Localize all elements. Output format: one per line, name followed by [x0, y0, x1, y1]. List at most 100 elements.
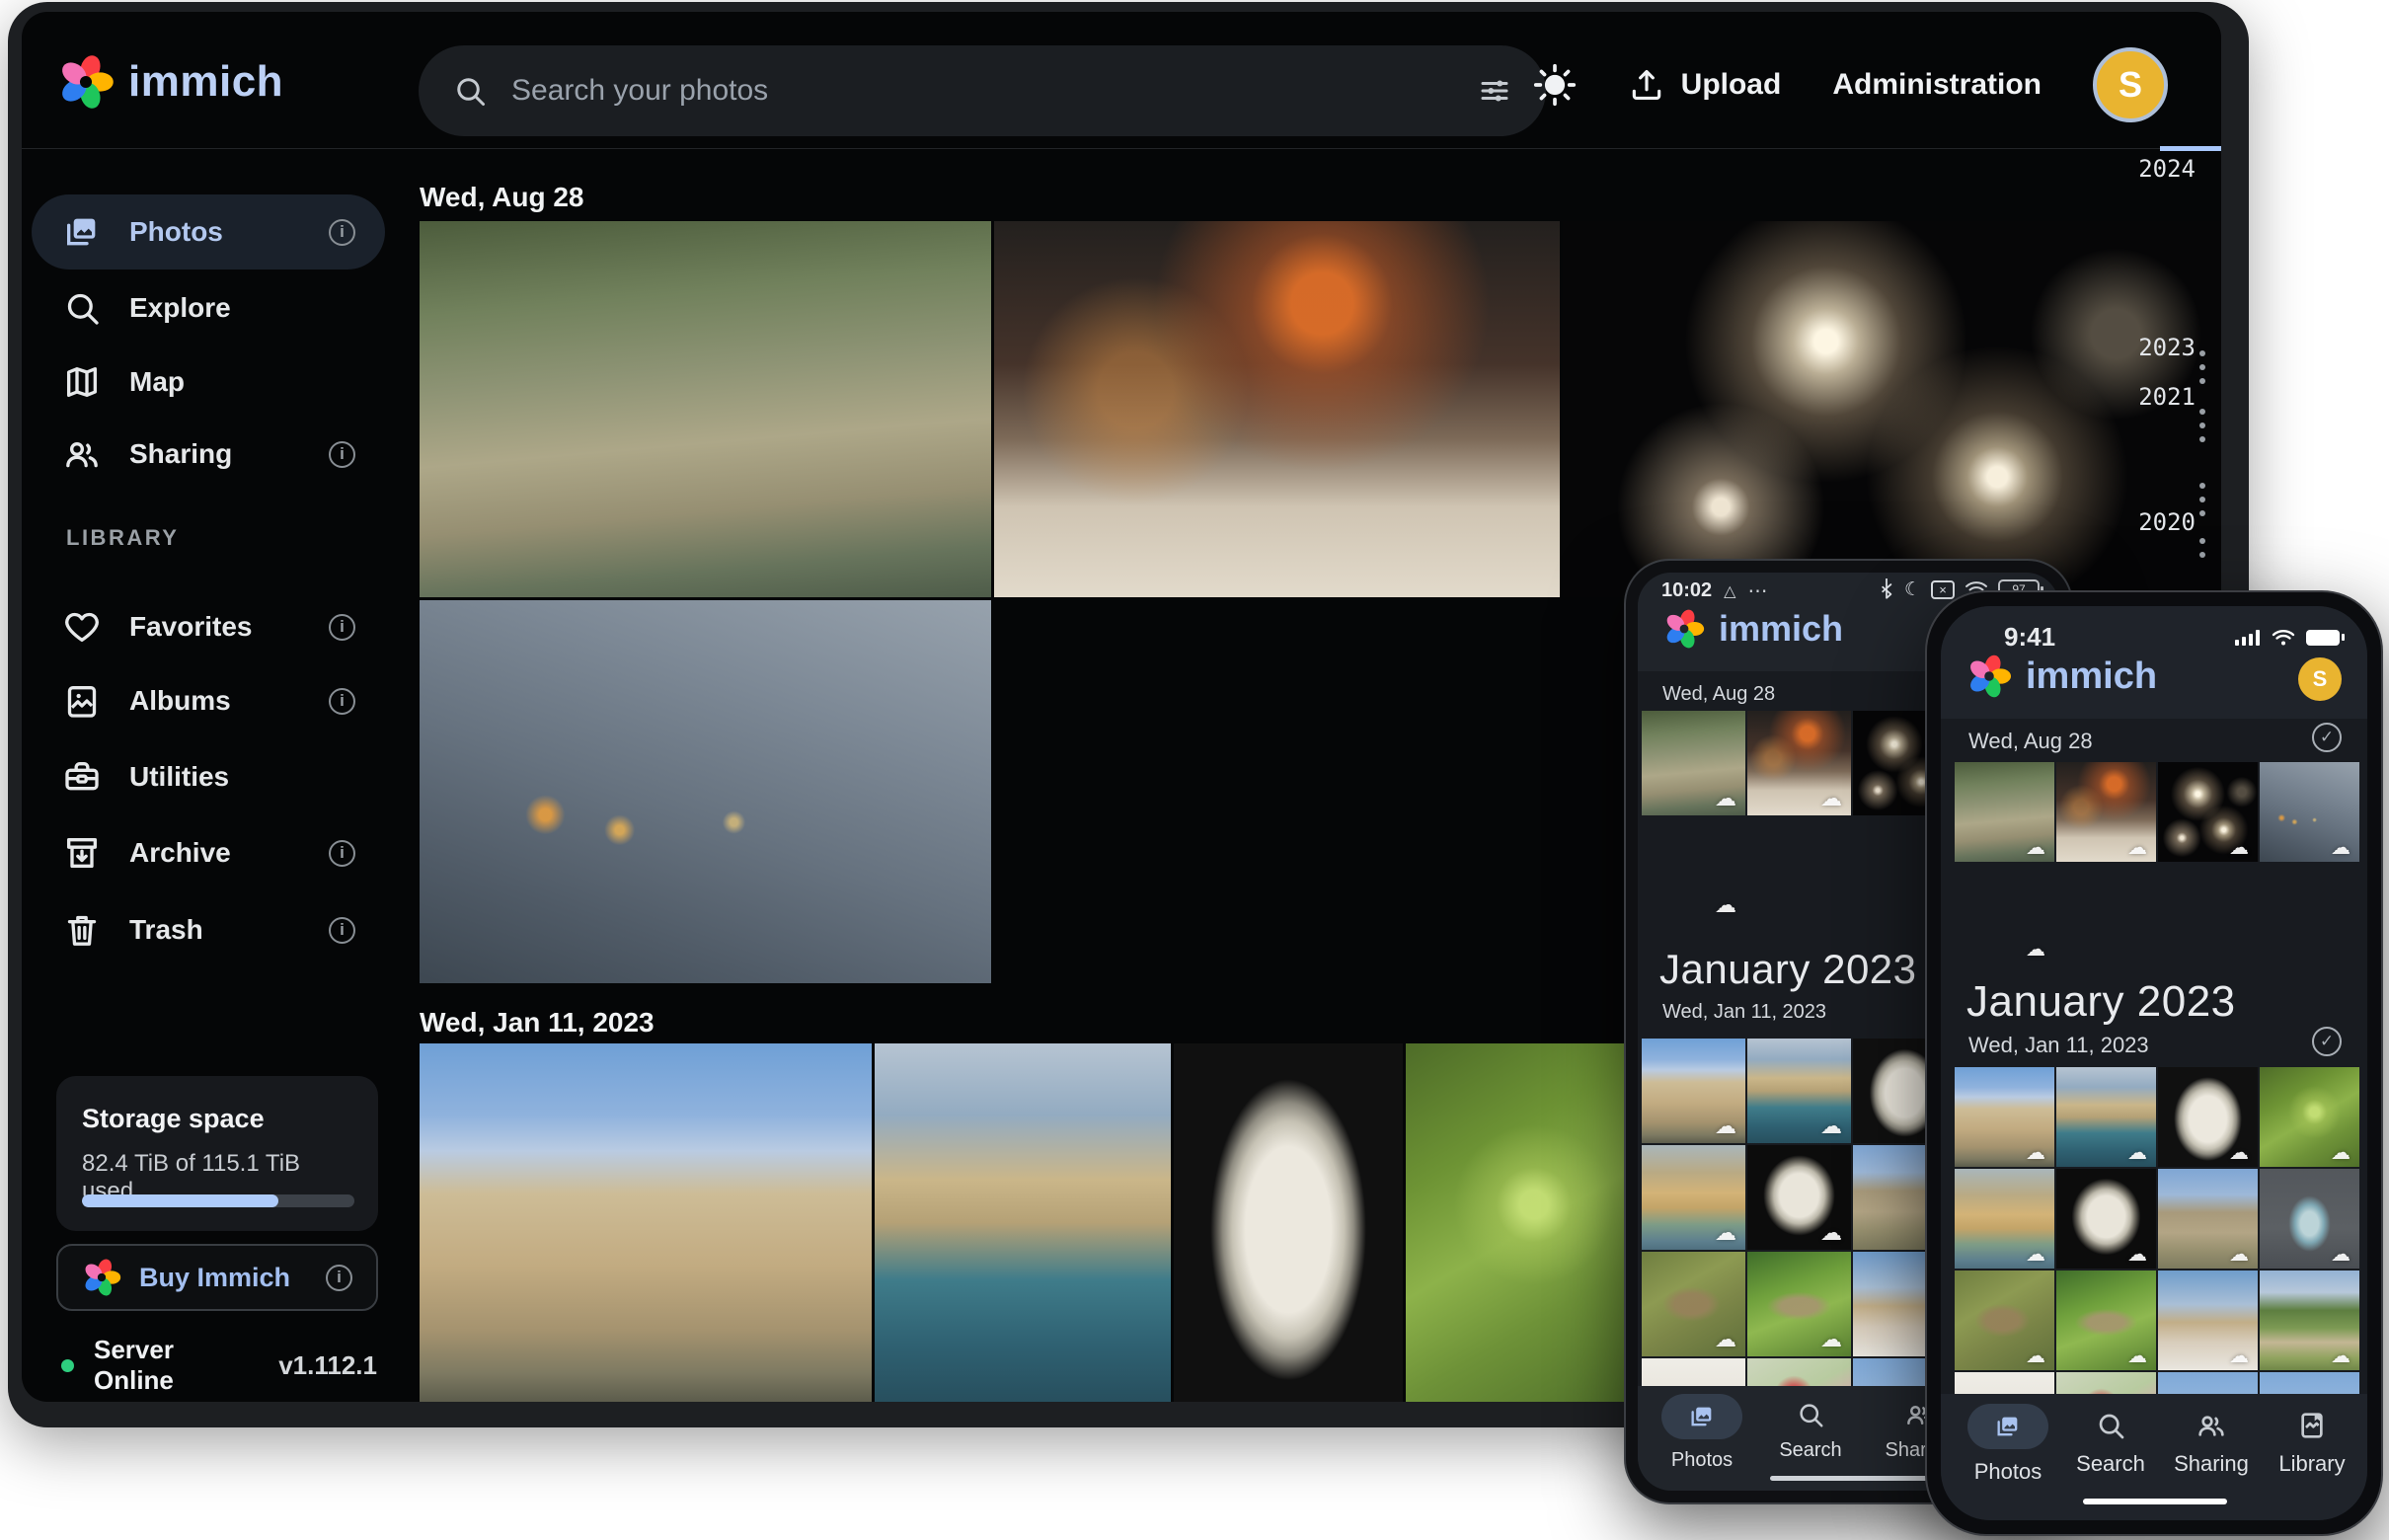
nav-label: Search: [2076, 1451, 2145, 1477]
server-status: Server Online: [94, 1335, 259, 1396]
photo-thumbnail-fireworks[interactable]: [1563, 221, 2221, 597]
storage-space-card: Storage space 82.4 TiB of 115.1 TiB used: [56, 1076, 378, 1231]
timeline-year-2020[interactable]: 2020: [2124, 508, 2196, 536]
photo-thumbnail-coastal-town[interactable]: [875, 1043, 1171, 1402]
cloud-backup-icon: [1715, 895, 1736, 917]
cloud-backup-icon: [2331, 1142, 2350, 1162]
search-bar[interactable]: [419, 45, 1546, 136]
photo-thumbnail-holding-hands[interactable]: [2260, 762, 2359, 862]
buy-immich-button[interactable]: Buy Immich: [56, 1244, 378, 1311]
nav-item-search[interactable]: Search: [2065, 1410, 2156, 1477]
sidebar-item-albums[interactable]: Albums: [32, 663, 385, 738]
photo-thumbnail-coastal-town[interactable]: [1747, 1039, 1851, 1143]
sidebar-item-utilities[interactable]: Utilities: [32, 739, 385, 814]
photo-thumbnail-marble-bust[interactable]: [1174, 1043, 1403, 1402]
photo-thumbnail-tiered-ornament[interactable]: [2260, 1169, 2359, 1269]
photo-thumbnail-lizard[interactable]: [2056, 1270, 2156, 1370]
info-icon[interactable]: [329, 441, 355, 468]
home-indicator[interactable]: [2083, 1499, 2227, 1504]
info-icon[interactable]: [326, 1265, 352, 1291]
photo-thumbnail-fireworks[interactable]: [2158, 762, 2258, 862]
map-icon: [62, 362, 102, 402]
photo-thumbnail-zoo-monkeys[interactable]: [1642, 711, 1745, 815]
sidebar-item-map[interactable]: Map: [32, 345, 385, 420]
sidebar-item-favorites[interactable]: Favorites: [32, 589, 385, 664]
theme-toggle-sun-icon[interactable]: [1533, 63, 1577, 107]
photo-thumbnail-lizard[interactable]: [1747, 1252, 1851, 1356]
sidebar-item-sharing[interactable]: Sharing: [32, 417, 385, 492]
nav-item-photos[interactable]: Photos: [1963, 1404, 2053, 1485]
sidebar-item-photos[interactable]: Photos: [32, 194, 385, 270]
photos-icon: [1661, 1394, 1742, 1439]
wifi-icon: [2271, 628, 2296, 648]
info-icon[interactable]: [329, 917, 355, 944]
user-avatar[interactable]: S: [2298, 657, 2342, 701]
more-notifications-icon: [1747, 578, 1769, 603]
photo-thumbnail-beach-cliff[interactable]: [1955, 1169, 2054, 1269]
cloud-backup-icon: [1820, 1223, 1842, 1245]
photo-thumbnail-green-berries[interactable]: [1406, 1043, 1639, 1402]
user-avatar[interactable]: S: [2093, 47, 2168, 122]
phone2-month-header: January 2023: [1966, 977, 2236, 1027]
photo-thumbnail-lizard[interactable]: [1642, 1252, 1745, 1356]
photo-thumbnail-fortress-walls[interactable]: [1642, 1039, 1745, 1143]
explore-search-icon: [62, 288, 102, 328]
select-all-check-icon[interactable]: [2312, 723, 2342, 752]
search-icon: [1796, 1400, 1825, 1429]
nav-label: Sharing: [2174, 1451, 2249, 1477]
sidebar-item-explore[interactable]: Explore: [32, 270, 385, 346]
nav-item-photos[interactable]: Photos: [1657, 1394, 1746, 1472]
photo-thumbnail-fortress-walls[interactable]: [420, 1043, 872, 1402]
sidebar-label: Albums: [129, 685, 301, 717]
photo-thumbnail-fortress-walls[interactable]: [1955, 1067, 2054, 1167]
cloud-backup-icon: [2127, 1244, 2147, 1264]
timeline-year-2024[interactable]: 2024: [2124, 155, 2196, 183]
search-input[interactable]: [511, 74, 1453, 108]
nav-label: Photos: [1974, 1459, 2042, 1485]
select-all-check-icon[interactable]: [2312, 1027, 2342, 1056]
info-icon[interactable]: [329, 840, 355, 867]
nav-item-sharing[interactable]: Sharing: [2166, 1410, 2257, 1477]
info-icon[interactable]: [329, 688, 355, 715]
photo-thumbnail-marble-sculpture[interactable]: [2056, 1169, 2156, 1269]
filter-icon[interactable]: [1477, 73, 1512, 109]
photo-thumbnail-zoo-monkeys[interactable]: [420, 221, 991, 597]
timeline-year-2021[interactable]: 2021: [2124, 383, 2196, 411]
photo-thumbnail-marble-bust[interactable]: [2158, 1067, 2258, 1167]
sidebar-item-archive[interactable]: Archive: [32, 815, 385, 890]
info-icon[interactable]: [329, 219, 355, 246]
photo-thumbnail-dinner-table[interactable]: [1747, 711, 1851, 815]
photo-thumbnail-autumn-path[interactable]: [1955, 864, 2054, 963]
info-icon[interactable]: [329, 614, 355, 641]
header-divider: [22, 148, 2221, 149]
library-icon: [2296, 1410, 2328, 1441]
storage-progress-bar: [82, 1194, 354, 1207]
timeline-year-2023[interactable]: 2023: [2124, 334, 2196, 361]
photo-thumbnail-coastal-town[interactable]: [2056, 1067, 2156, 1167]
photo-thumbnail-alpine-village[interactable]: [2260, 1270, 2359, 1370]
photo-thumbnail-stone-ruins[interactable]: [2158, 1169, 2258, 1269]
cloud-backup-icon: [2026, 1346, 2045, 1365]
photo-thumbnail-autumn-path[interactable]: [994, 600, 1560, 983]
photo-thumbnail-lizard[interactable]: [1955, 1270, 2054, 1370]
photo-thumbnail-green-berries[interactable]: [2260, 1067, 2359, 1167]
photo-thumbnail-autumn-path[interactable]: [1642, 817, 1745, 922]
search-icon: [2095, 1410, 2126, 1441]
search-icon: [452, 73, 488, 109]
cellular-signal-icon: [2235, 629, 2261, 647]
photo-thumbnail-winter-church[interactable]: [2158, 1270, 2258, 1370]
timeline-position-marker[interactable]: [2160, 146, 2221, 151]
photo-thumbnail-holding-hands[interactable]: [420, 600, 991, 983]
photo-thumbnail-zoo-monkeys[interactable]: [1955, 762, 2054, 862]
photo-thumbnail-dinner-table[interactable]: [994, 221, 1560, 597]
home-indicator[interactable]: [1770, 1476, 1928, 1481]
administration-link[interactable]: Administration: [1832, 68, 2042, 102]
photo-thumbnail-marble-sculpture[interactable]: [1747, 1145, 1851, 1250]
photo-thumbnail-beach-cliff[interactable]: [1642, 1145, 1745, 1250]
app-logo[interactable]: immich: [57, 54, 283, 110]
nav-item-library[interactable]: Library: [2267, 1410, 2357, 1477]
photo-thumbnail-dinner-table[interactable]: [2056, 762, 2156, 862]
sidebar-item-trash[interactable]: Trash: [32, 892, 385, 967]
nav-item-search[interactable]: Search: [1766, 1400, 1855, 1462]
upload-button[interactable]: Upload: [1628, 66, 1782, 104]
